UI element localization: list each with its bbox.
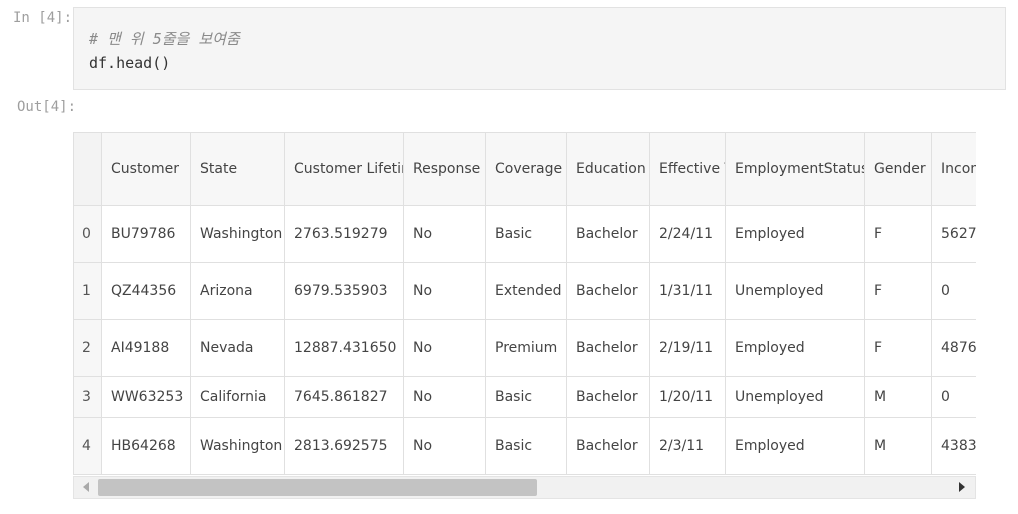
- table-cell: 2/3/11: [649, 417, 726, 475]
- table-cell: Premium: [485, 319, 567, 377]
- table-cell: M: [864, 376, 932, 418]
- table-cell: 0: [931, 262, 976, 320]
- table-cell: Extended: [485, 262, 567, 320]
- table-cell: 6979.535903: [284, 262, 404, 320]
- table-cell: Unemployed: [725, 376, 865, 418]
- column-header: EmploymentStatus: [725, 132, 865, 206]
- column-header: Customer: [101, 132, 191, 206]
- table-cell: Basic: [485, 417, 567, 475]
- table-cell: 0: [931, 376, 976, 418]
- table-cell: 2/24/11: [649, 205, 726, 263]
- table-cell: California: [190, 376, 285, 418]
- code-comment: # 맨 위 5줄을 보여줌: [89, 30, 240, 48]
- dataframe-table: Customer State Customer Lifetime Value R…: [73, 132, 976, 475]
- column-header: Income: [931, 132, 976, 206]
- row-index: 0: [73, 205, 102, 263]
- table-cell: Basic: [485, 205, 567, 263]
- output-prompt: Out[4]:: [17, 99, 77, 115]
- table-cell: HB64268: [101, 417, 191, 475]
- table-cell: Employed: [725, 205, 865, 263]
- table-cell: 12887.431650: [284, 319, 404, 377]
- index-header: [73, 132, 102, 206]
- table-cell: 1/31/11: [649, 262, 726, 320]
- column-header: State: [190, 132, 285, 206]
- dataframe-output: Customer State Customer Lifetime Value R…: [73, 132, 976, 500]
- table-row: 4 HB64268 Washington 2813.692575 No Basi…: [73, 417, 976, 475]
- table-cell: 48767: [931, 319, 976, 377]
- table-cell: 2/19/11: [649, 319, 726, 377]
- table-cell: Bachelor: [566, 262, 650, 320]
- scroll-right-arrow-icon[interactable]: [959, 482, 965, 492]
- row-index: 4: [73, 417, 102, 475]
- table-cell: 7645.861827: [284, 376, 404, 418]
- table-row: 0 BU79786 Washington 2763.519279 No Basi…: [73, 205, 976, 263]
- scrollbar-thumb[interactable]: [98, 479, 537, 496]
- table-cell: Washington: [190, 205, 285, 263]
- column-header: Coverage: [485, 132, 567, 206]
- header-row: Customer State Customer Lifetime Value R…: [73, 132, 976, 206]
- table-cell: 1/20/11: [649, 376, 726, 418]
- table-row: 1 QZ44356 Arizona 6979.535903 No Extende…: [73, 262, 976, 320]
- table-cell: Basic: [485, 376, 567, 418]
- table-cell: F: [864, 319, 932, 377]
- table-cell: 56274: [931, 205, 976, 263]
- table-cell: 43836: [931, 417, 976, 475]
- table-cell: F: [864, 262, 932, 320]
- row-index: 1: [73, 262, 102, 320]
- code-line: df.head(): [89, 54, 171, 72]
- column-header: Education: [566, 132, 650, 206]
- column-header: Response: [403, 132, 486, 206]
- table-cell: Employed: [725, 417, 865, 475]
- table-cell: Washington: [190, 417, 285, 475]
- table-cell: No: [403, 417, 486, 475]
- scroll-left-arrow-icon[interactable]: [83, 482, 89, 492]
- table-cell: 2813.692575: [284, 417, 404, 475]
- table-cell: AI49188: [101, 319, 191, 377]
- input-prompt: In [4]:: [13, 10, 73, 26]
- table-cell: 2763.519279: [284, 205, 404, 263]
- table-cell: M: [864, 417, 932, 475]
- row-index: 2: [73, 319, 102, 377]
- table-cell: Bachelor: [566, 319, 650, 377]
- table-cell: Employed: [725, 319, 865, 377]
- table-cell: Bachelor: [566, 205, 650, 263]
- table-cell: No: [403, 205, 486, 263]
- table-cell: WW63253: [101, 376, 191, 418]
- column-header: Gender: [864, 132, 932, 206]
- table-row: 3 WW63253 California 7645.861827 No Basi…: [73, 376, 976, 418]
- table-row: 2 AI49188 Nevada 12887.431650 No Premium…: [73, 319, 976, 377]
- table-cell: Nevada: [190, 319, 285, 377]
- table-cell: Unemployed: [725, 262, 865, 320]
- table-cell: QZ44356: [101, 262, 191, 320]
- table-cell: Bachelor: [566, 417, 650, 475]
- table-cell: No: [403, 376, 486, 418]
- table-cell: BU79786: [101, 205, 191, 263]
- column-header: Customer Lifetime Value: [284, 132, 404, 206]
- row-index: 3: [73, 376, 102, 418]
- horizontal-scrollbar[interactable]: [73, 476, 976, 499]
- table-cell: F: [864, 205, 932, 263]
- table-cell: No: [403, 262, 486, 320]
- table-cell: No: [403, 319, 486, 377]
- code-cell[interactable]: # 맨 위 5줄을 보여줌 df.head(): [73, 7, 1006, 90]
- table-cell: Arizona: [190, 262, 285, 320]
- table-cell: Bachelor: [566, 376, 650, 418]
- column-header: Effective To Date: [649, 132, 726, 206]
